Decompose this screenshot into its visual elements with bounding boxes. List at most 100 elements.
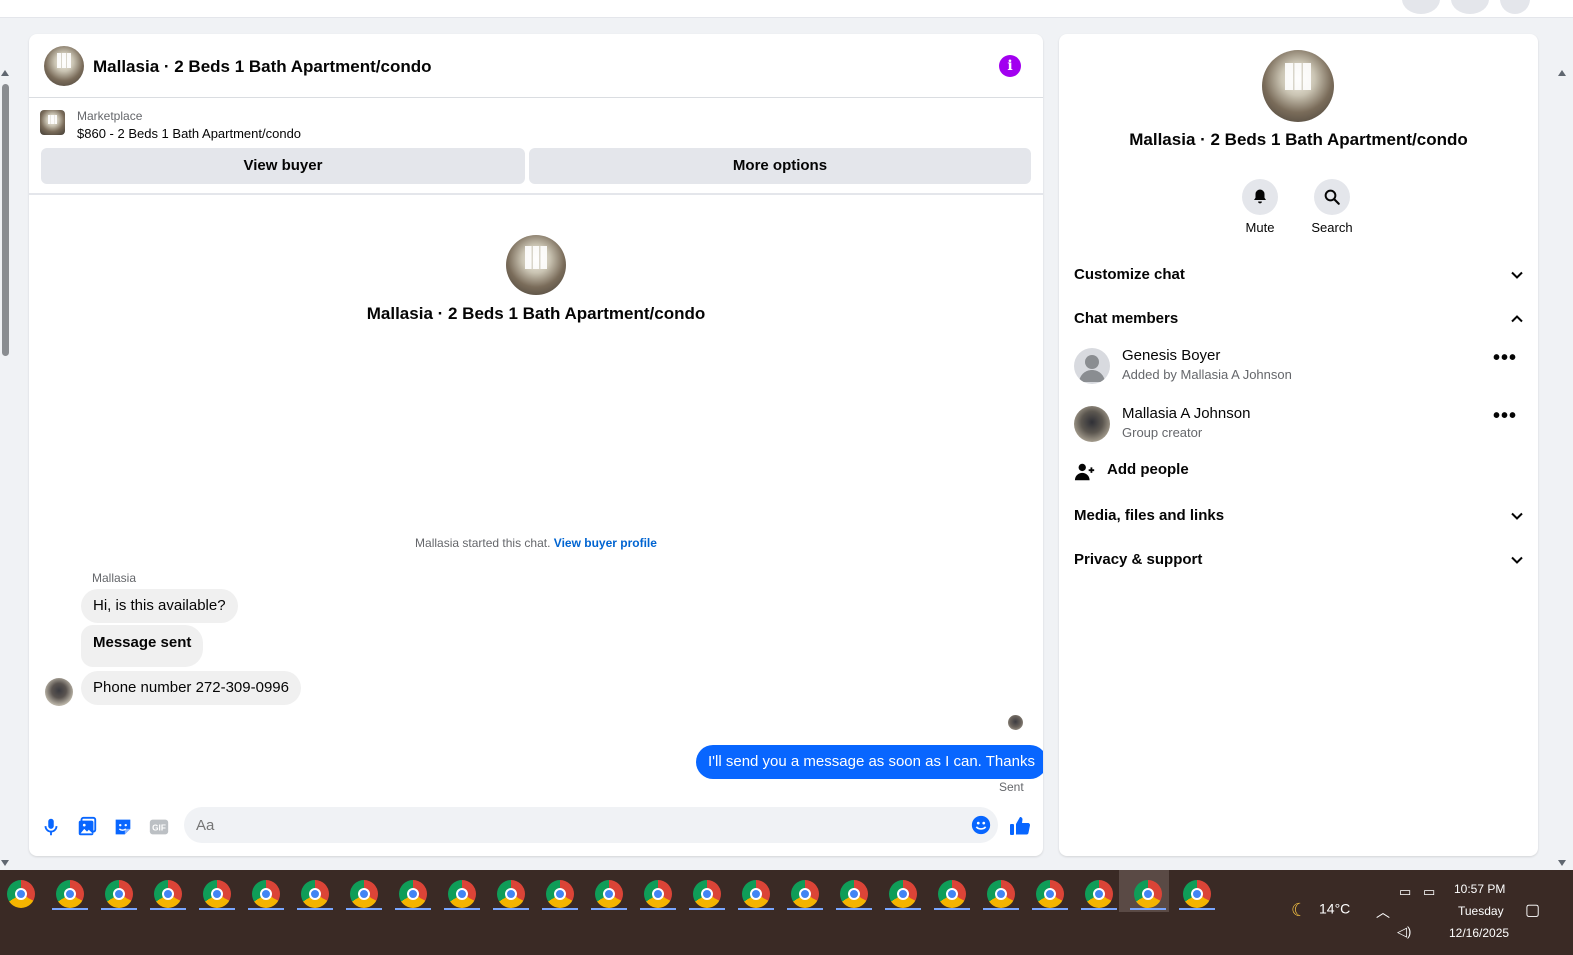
taskbar-open-indicator — [934, 908, 970, 910]
view-buyer-button[interactable]: View buyer — [41, 148, 525, 184]
listing-title[interactable]: $860 - 2 Beds 1 Bath Apartment/condo — [77, 126, 301, 141]
account-avatar[interactable] — [1500, 0, 1530, 14]
taskbar-open-indicator — [346, 908, 382, 910]
chrome-taskbar-icon[interactable] — [448, 880, 476, 908]
scroll-down-arrow[interactable] — [1, 860, 9, 866]
top-nav-button[interactable] — [1451, 0, 1489, 14]
page-scrollbar[interactable] — [0, 66, 12, 870]
scroll-up-arrow[interactable] — [1, 70, 9, 76]
search-label: Search — [1311, 220, 1353, 235]
microphone-icon[interactable] — [40, 816, 62, 838]
scroll-up-arrow[interactable] — [1558, 70, 1566, 76]
taskbar-open-indicator — [1081, 908, 1117, 910]
search-button[interactable]: Search — [1297, 179, 1367, 235]
chrome-taskbar-icon[interactable] — [546, 880, 574, 908]
chrome-taskbar-icon[interactable] — [1036, 880, 1064, 908]
chrome-taskbar-icon[interactable] — [644, 880, 672, 908]
chrome-taskbar-icon[interactable] — [889, 880, 917, 908]
thumbs-up-icon[interactable] — [1008, 814, 1032, 838]
chrome-taskbar-icon[interactable] — [987, 880, 1015, 908]
top-navigation-strip — [0, 0, 1573, 18]
emoji-icon[interactable] — [970, 814, 992, 836]
message-bubble[interactable]: Phone number 272-309-0996 — [81, 671, 301, 705]
panel-avatar[interactable] — [1262, 50, 1334, 122]
chrome-taskbar-icon[interactable] — [350, 880, 378, 908]
top-nav-button[interactable] — [1402, 0, 1440, 14]
clock-day[interactable]: Tuesday — [1458, 904, 1504, 918]
mute-icon-circle[interactable] — [1242, 179, 1278, 215]
clock-date[interactable]: 12/16/2025 — [1449, 926, 1509, 940]
message-composer: GIF — [29, 804, 1043, 854]
clock-time[interactable]: 10:57 PM — [1454, 882, 1505, 896]
chat-header: Mallasia · 2 Beds 1 Bath Apartment/condo… — [29, 34, 1043, 98]
chat-title[interactable]: Mallasia · 2 Beds 1 Bath Apartment/condo — [93, 57, 432, 77]
more-icon[interactable]: ••• — [1493, 348, 1517, 368]
seen-indicator-avatar — [1008, 715, 1023, 730]
member-subtitle: Group creator — [1122, 425, 1203, 440]
marketplace-listing-bar: Marketplace $860 - 2 Beds 1 Bath Apartme… — [29, 99, 1043, 195]
message-input[interactable] — [196, 807, 956, 843]
member-row[interactable]: Mallasia A Johnson Group creator ••• — [1074, 402, 1524, 450]
chevron-up-icon[interactable]: ︿ — [1376, 902, 1390, 922]
gif-icon[interactable]: GIF — [148, 816, 170, 838]
network-icon[interactable]: ▭ — [1423, 884, 1435, 900]
photo-icon[interactable] — [76, 816, 98, 838]
chrome-taskbar-icon[interactable] — [595, 880, 623, 908]
volume-icon[interactable]: ◁) — [1397, 924, 1411, 940]
chrome-taskbar-icon[interactable] — [203, 880, 231, 908]
scroll-down-arrow[interactable] — [1558, 860, 1566, 866]
chat-members-section[interactable]: Chat members — [1074, 304, 1524, 334]
scroll-thumb[interactable] — [2, 84, 9, 356]
chrome-taskbar-icon[interactable] — [1085, 880, 1113, 908]
chrome-taskbar-icon[interactable] — [1134, 880, 1162, 908]
meet-icon[interactable]: ▭ — [1399, 884, 1411, 900]
more-icon[interactable]: ••• — [1493, 406, 1517, 426]
taskbar-open-indicator — [836, 908, 872, 910]
windows-taskbar: ☾ 14°C ︿ ▭ ▭ ◁) 10:57 PM Tuesday 12/16/20… — [0, 870, 1573, 955]
chrome-taskbar-icon[interactable] — [840, 880, 868, 908]
view-buyer-profile-link[interactable]: View buyer profile — [554, 536, 657, 550]
right-scrollbar[interactable] — [1557, 66, 1569, 870]
weather-widget[interactable]: ☾ 14°C — [1291, 900, 1350, 920]
chat-avatar[interactable] — [44, 46, 84, 86]
search-icon-circle[interactable] — [1314, 179, 1350, 215]
chrome-taskbar-icon[interactable] — [7, 880, 35, 908]
member-avatar — [1074, 406, 1110, 442]
chrome-taskbar-icon[interactable] — [154, 880, 182, 908]
member-subtitle: Added by Mallasia A Johnson — [1122, 367, 1292, 382]
chrome-taskbar-icon[interactable] — [1183, 880, 1211, 908]
my-message-bubble[interactable]: I'll send you a message as soon as I can… — [696, 745, 1043, 779]
chrome-taskbar-icon[interactable] — [497, 880, 525, 908]
sticker-icon[interactable] — [112, 816, 134, 838]
chrome-taskbar-icon[interactable] — [399, 880, 427, 908]
chrome-taskbar-icon[interactable] — [105, 880, 133, 908]
taskbar-open-indicator — [395, 908, 431, 910]
media-files-links-section[interactable]: Media, files and links — [1074, 501, 1524, 531]
privacy-support-section[interactable]: Privacy & support — [1074, 545, 1524, 575]
chrome-taskbar-icon[interactable] — [791, 880, 819, 908]
chrome-taskbar-icon[interactable] — [938, 880, 966, 908]
sender-avatar[interactable] — [45, 678, 73, 706]
member-row[interactable]: Genesis Boyer Added by Mallasia A Johnso… — [1074, 344, 1524, 392]
chrome-taskbar-icon[interactable] — [742, 880, 770, 908]
message-bubble[interactable]: Message sent — [81, 625, 204, 667]
customize-chat-section[interactable]: Customize chat — [1074, 260, 1524, 290]
chrome-taskbar-icon[interactable] — [301, 880, 329, 908]
taskbar-open-indicator — [150, 908, 186, 910]
info-icon[interactable]: i — [999, 55, 1021, 77]
message-bubble[interactable]: Hi, is this available? — [81, 589, 238, 623]
chrome-taskbar-icon[interactable] — [56, 880, 84, 908]
chrome-taskbar-icon[interactable] — [693, 880, 721, 908]
taskbar-open-indicator — [787, 908, 823, 910]
add-people-button[interactable]: Add people — [1074, 459, 1374, 485]
privacy-support-label: Privacy & support — [1074, 551, 1203, 568]
chrome-taskbar-icon[interactable] — [252, 880, 280, 908]
chevron-up-icon — [1511, 315, 1523, 323]
mute-button[interactable]: Mute — [1225, 179, 1295, 235]
member-name: Mallasia A Johnson — [1122, 405, 1251, 422]
more-options-button[interactable]: More options — [529, 148, 1031, 184]
chat-window: Mallasia · 2 Beds 1 Bath Apartment/condo… — [29, 34, 1043, 856]
notification-icon[interactable]: ▢ — [1525, 900, 1540, 920]
listing-thumbnail[interactable] — [40, 110, 65, 135]
chevron-down-icon — [1511, 512, 1523, 520]
